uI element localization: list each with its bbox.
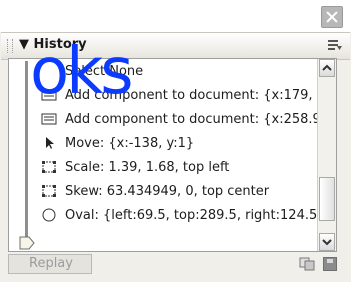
- oval-icon: [42, 208, 56, 222]
- history-item[interactable]: Skew: 63.434949, 0, top center: [39, 181, 336, 203]
- history-item-label: Skew: 63.434949, 0, top center: [65, 184, 270, 199]
- scroll-up-button[interactable]: [319, 59, 335, 77]
- panel-titlebar: [0, 0, 351, 32]
- document-icon: [41, 113, 57, 125]
- transform-box-icon: [42, 161, 56, 173]
- history-panel: ▼ History Select None Add component to d…: [0, 0, 351, 282]
- history-item-label: Scale: 1.39, 1.68, top left: [65, 160, 230, 175]
- chevron-down-icon: [322, 239, 332, 246]
- replay-button[interactable]: Replay: [8, 254, 92, 274]
- history-item-label: Oval: {left:69.5, top:289.5, right:124.5…: [65, 208, 322, 223]
- scrollbar-thumb[interactable]: [319, 177, 335, 221]
- history-item[interactable]: Oval: {left:69.5, top:289.5, right:124.5…: [39, 205, 336, 227]
- slider-track: [25, 61, 28, 237]
- history-item[interactable]: Move: {x:-138, y:1}: [39, 133, 336, 155]
- history-item[interactable]: Add component to document: {x:258.9, ·: [39, 109, 336, 131]
- close-icon[interactable]: [321, 6, 343, 28]
- panel-footer: Replay: [8, 252, 343, 276]
- chevron-up-icon: [322, 64, 332, 71]
- copy-steps-icon[interactable]: [299, 257, 315, 271]
- transform-box-icon: [42, 185, 56, 197]
- scroll-down-button[interactable]: [319, 233, 335, 251]
- history-item[interactable]: Scale: 1.39, 1.68, top left: [39, 157, 336, 179]
- slider-handle[interactable]: [19, 235, 35, 250]
- vertical-scrollbar[interactable]: [317, 59, 336, 251]
- history-item-label: Add component to document: {x:258.9, ·: [65, 112, 334, 127]
- arrow-pointer-icon: [46, 137, 54, 149]
- save-icon[interactable]: [323, 257, 337, 271]
- overlay-text: oks: [30, 35, 134, 109]
- options-menu-icon[interactable]: [328, 40, 342, 52]
- history-item-label: Move: {x:-138, y:1}: [65, 136, 195, 151]
- grip-handle[interactable]: [7, 39, 13, 53]
